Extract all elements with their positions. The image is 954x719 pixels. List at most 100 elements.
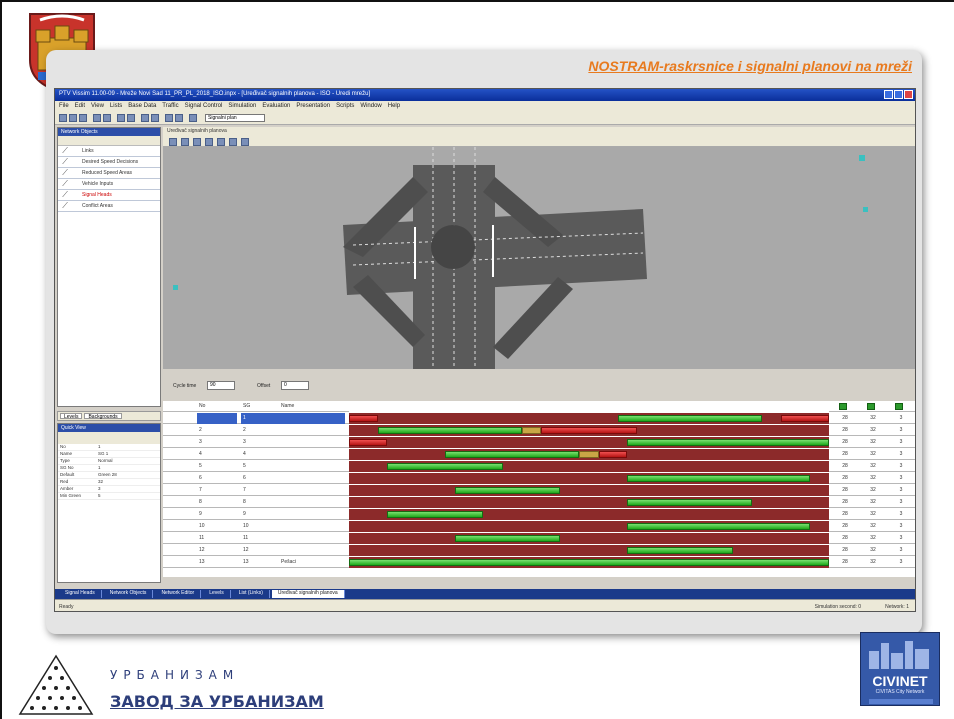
green-phase-bar[interactable] bbox=[627, 523, 810, 530]
list-icon[interactable] bbox=[189, 114, 197, 122]
redo-icon[interactable] bbox=[103, 114, 111, 122]
maximize-icon[interactable] bbox=[894, 90, 903, 99]
phase-duration[interactable]: 28 bbox=[833, 533, 857, 544]
menu-item[interactable]: Window bbox=[360, 103, 381, 109]
phase-duration[interactable]: 28 bbox=[833, 521, 857, 532]
panel-tab[interactable]: Levels bbox=[60, 413, 83, 420]
phase-duration[interactable]: 3 bbox=[889, 425, 913, 436]
table-row[interactable]: 4 4 28 32 3 bbox=[163, 449, 915, 460]
phase-duration[interactable]: 3 bbox=[889, 497, 913, 508]
phase-duration[interactable]: 32 bbox=[861, 557, 885, 568]
green-phase-bar[interactable] bbox=[627, 547, 733, 554]
attribute-value[interactable]: Normal bbox=[96, 458, 160, 464]
run-icon[interactable] bbox=[141, 114, 149, 122]
attribute-value[interactable]: 1 bbox=[96, 444, 160, 450]
green-phase-bar[interactable] bbox=[454, 535, 561, 542]
phase-duration[interactable]: 3 bbox=[889, 545, 913, 556]
table-row[interactable]: 10 10 28 32 3 bbox=[163, 521, 915, 532]
signal-timeline[interactable] bbox=[349, 521, 829, 532]
phase-duration[interactable]: 32 bbox=[861, 425, 885, 436]
open-icon[interactable] bbox=[69, 114, 77, 122]
table-row[interactable]: 9 9 28 32 3 bbox=[163, 509, 915, 520]
bottom-tab[interactable]: Levels bbox=[203, 590, 231, 598]
view-tool-icon[interactable] bbox=[181, 138, 189, 146]
grid-icon[interactable] bbox=[175, 114, 183, 122]
table-row[interactable]: 13 13 Pešaci 28 32 3 bbox=[163, 557, 915, 568]
signal-timeline[interactable] bbox=[349, 413, 829, 424]
menu-item[interactable]: Signal Control bbox=[185, 103, 223, 109]
phase-duration[interactable]: 28 bbox=[833, 413, 857, 424]
stop-icon[interactable] bbox=[151, 114, 159, 122]
attribute-value[interactable]: SG 1 bbox=[96, 451, 160, 457]
view-tool-icon[interactable] bbox=[217, 138, 225, 146]
attribute-value[interactable]: 32 bbox=[96, 479, 160, 485]
phase-duration[interactable]: 32 bbox=[861, 545, 885, 556]
attribute-value[interactable]: 3 bbox=[96, 486, 160, 492]
column-header[interactable]: Name bbox=[279, 401, 296, 412]
signal-timeline[interactable] bbox=[349, 509, 829, 520]
phase-duration[interactable]: 3 bbox=[889, 413, 913, 424]
signal-timeline[interactable] bbox=[349, 461, 829, 472]
bottom-tab[interactable]: List (Links) bbox=[233, 590, 270, 598]
table-row[interactable]: 2 2 28 32 3 bbox=[163, 425, 915, 436]
menu-item[interactable]: File bbox=[59, 103, 69, 109]
zoom-out-icon[interactable] bbox=[127, 114, 135, 122]
red-phase-bar[interactable] bbox=[541, 427, 637, 434]
red-phase-bar[interactable] bbox=[349, 439, 388, 446]
phase-duration[interactable]: 3 bbox=[889, 521, 913, 532]
phase-duration[interactable]: 28 bbox=[833, 509, 857, 520]
red-phase-bar[interactable] bbox=[598, 451, 628, 458]
phase-duration[interactable]: 28 bbox=[833, 497, 857, 508]
network-object-item[interactable]: ⟋ Vehicle Inputs bbox=[58, 179, 160, 190]
bottom-tab[interactable]: Uređivač signalnih planova bbox=[271, 590, 345, 598]
offset-select[interactable]: 0 bbox=[281, 381, 309, 390]
signal-red-icon[interactable] bbox=[895, 403, 903, 410]
cycle-time-select[interactable]: 90 bbox=[207, 381, 235, 390]
phase-duration[interactable]: 32 bbox=[861, 521, 885, 532]
signal-green-icon[interactable] bbox=[839, 403, 847, 410]
menu-item[interactable]: Simulation bbox=[228, 103, 256, 109]
undo-icon[interactable] bbox=[93, 114, 101, 122]
green-phase-bar[interactable] bbox=[627, 475, 810, 482]
menu-item[interactable]: Help bbox=[388, 103, 400, 109]
close-icon[interactable] bbox=[904, 90, 913, 99]
layer-icon[interactable] bbox=[165, 114, 173, 122]
green-phase-bar[interactable] bbox=[387, 511, 484, 518]
green-phase-bar[interactable] bbox=[445, 451, 580, 458]
column-header[interactable]: SG bbox=[241, 401, 252, 412]
green-phase-bar[interactable] bbox=[627, 499, 753, 506]
phase-duration[interactable]: 28 bbox=[833, 473, 857, 484]
zoom-in-icon[interactable] bbox=[117, 114, 125, 122]
phase-duration[interactable]: 32 bbox=[861, 533, 885, 544]
menu-item[interactable]: Base Data bbox=[128, 103, 156, 109]
network-object-item[interactable]: ⟋ Signal Heads bbox=[58, 190, 160, 201]
phase-duration[interactable]: 3 bbox=[889, 509, 913, 520]
network-object-item[interactable]: ⟋ Desired Speed Decisions bbox=[58, 157, 160, 168]
green-phase-bar[interactable] bbox=[377, 427, 522, 434]
signal-timeline[interactable] bbox=[349, 557, 829, 568]
signal-timeline[interactable] bbox=[349, 545, 829, 556]
green-phase-bar[interactable] bbox=[617, 415, 762, 422]
green-phase-bar[interactable] bbox=[627, 439, 829, 446]
table-row[interactable]: 3 3 28 32 3 bbox=[163, 437, 915, 448]
phase-duration[interactable]: 3 bbox=[889, 437, 913, 448]
phase-duration[interactable]: 32 bbox=[861, 413, 885, 424]
network-object-item[interactable]: ⟋ Reduced Speed Areas bbox=[58, 168, 160, 179]
toolbar-field[interactable]: Signalni plan bbox=[205, 114, 265, 122]
view-tool-icon[interactable] bbox=[193, 138, 201, 146]
network-object-item[interactable]: ⟋ Links bbox=[58, 146, 160, 157]
menu-item[interactable]: Edit bbox=[75, 103, 85, 109]
phase-duration[interactable]: 32 bbox=[861, 497, 885, 508]
bottom-tab[interactable]: Network Editor bbox=[155, 590, 202, 598]
phase-duration[interactable]: 3 bbox=[889, 533, 913, 544]
table-row[interactable]: 12 12 28 32 3 bbox=[163, 545, 915, 556]
phase-duration[interactable]: 3 bbox=[889, 557, 913, 568]
phase-duration[interactable]: 32 bbox=[861, 449, 885, 460]
phase-duration[interactable]: 3 bbox=[889, 449, 913, 460]
phase-duration[interactable]: 28 bbox=[833, 461, 857, 472]
red-phase-bar[interactable] bbox=[781, 415, 829, 422]
view-tool-icon[interactable] bbox=[169, 138, 177, 146]
phase-duration[interactable]: 3 bbox=[889, 485, 913, 496]
panel-tab[interactable]: Backgrounds bbox=[84, 413, 122, 420]
phase-duration[interactable]: 3 bbox=[889, 461, 913, 472]
